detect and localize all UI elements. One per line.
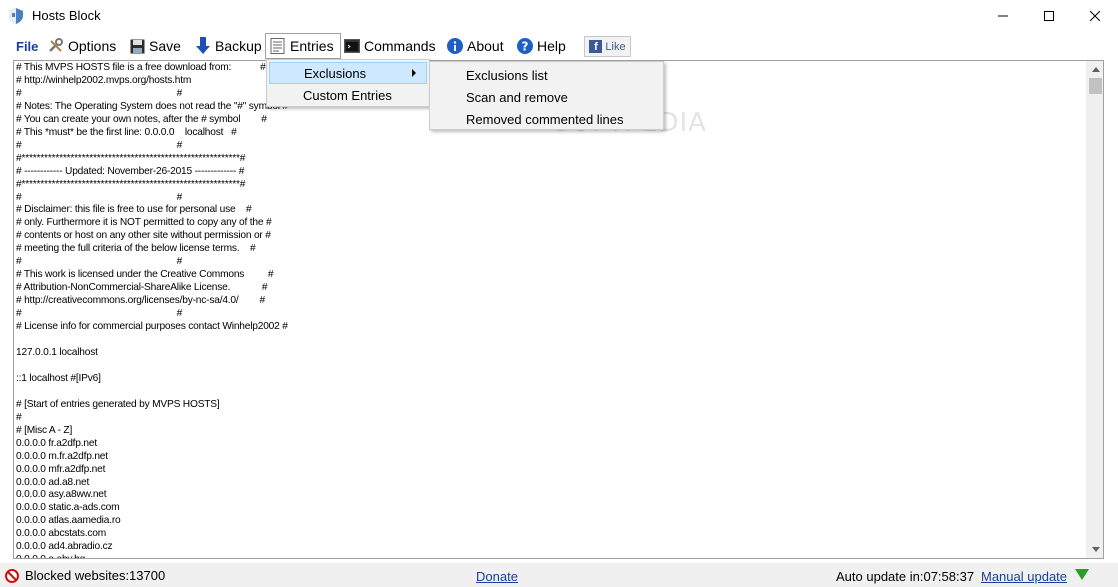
menu-item-exclusions-label: Exclusions: [304, 65, 367, 81]
download-arrow-icon[interactable]: [1075, 569, 1089, 581]
arrow-down-icon: [194, 37, 212, 55]
list-icon: [269, 37, 287, 55]
vertical-scrollbar[interactable]: [1086, 61, 1103, 558]
menu-options-label: Options: [68, 38, 117, 54]
menu-item-scan-and-remove[interactable]: Scan and remove: [432, 86, 662, 108]
chevron-up-icon: [1091, 67, 1100, 72]
shield-icon: [9, 8, 23, 24]
maximize-icon: [1044, 11, 1054, 21]
close-button[interactable]: [1072, 0, 1118, 32]
manual-update-link[interactable]: Manual update: [981, 569, 1067, 584]
hosts-file-content[interactable]: # This MVPS HOSTS file is a free downloa…: [16, 62, 1086, 558]
menu-item-exclusions-list[interactable]: Exclusions list: [432, 64, 662, 86]
minimize-icon: [998, 15, 1008, 17]
menu-file[interactable]: File: [14, 34, 40, 58]
menu-entries[interactable]: Entries: [265, 33, 341, 59]
status-bar: Blocked websites:13700 Donate Auto updat…: [0, 563, 1118, 587]
menu-item-scan-and-remove-label: Scan and remove: [466, 89, 568, 105]
menu-item-custom-entries[interactable]: Custom Entries: [269, 84, 427, 106]
minimize-button[interactable]: [980, 0, 1026, 32]
menu-about[interactable]: About: [444, 34, 506, 58]
blocked-icon: [5, 568, 19, 583]
menu-commands-label: Commands: [364, 38, 436, 54]
svg-text:?: ?: [522, 40, 529, 54]
facebook-icon: f: [589, 40, 603, 53]
menu-item-exclusions[interactable]: Exclusions: [269, 62, 427, 84]
auto-update-timer: Auto update in:07:58:37: [836, 569, 975, 584]
scroll-down-button[interactable]: [1087, 541, 1103, 558]
tools-icon: [47, 37, 65, 55]
menu-item-removed-commented-lines-label: Removed commented lines: [466, 111, 624, 127]
donate-link[interactable]: Donate: [476, 569, 518, 584]
menu-backup[interactable]: Backup: [192, 34, 264, 58]
menu-help-label: Help: [537, 38, 566, 54]
menu-bar: File Options Save Backup Entries Command…: [0, 32, 1118, 60]
floppy-disk-icon: [128, 37, 146, 55]
menu-save[interactable]: Save: [126, 34, 183, 58]
window-title: Hosts Block: [32, 8, 101, 23]
exclusions-submenu: Exclusions list Scan and remove Removed …: [429, 61, 664, 130]
title-bar: Hosts Block: [0, 0, 1118, 32]
submenu-arrow-icon: [412, 69, 416, 77]
entries-dropdown-menu: Exclusions Custom Entries: [266, 59, 430, 107]
like-label: Like: [605, 40, 626, 53]
menu-commands[interactable]: Commands: [341, 34, 438, 58]
info-icon: [446, 37, 464, 55]
blocked-websites-status: Blocked websites:13700: [5, 568, 165, 583]
menu-entries-label: Entries: [290, 38, 334, 54]
maximize-button[interactable]: [1026, 0, 1072, 32]
menu-item-exclusions-list-label: Exclusions list: [466, 67, 548, 83]
chevron-down-icon: [1091, 547, 1100, 552]
console-icon: [343, 37, 361, 55]
menu-item-removed-commented-lines[interactable]: Removed commented lines: [432, 108, 662, 130]
scroll-thumb[interactable]: [1089, 78, 1102, 94]
menu-help[interactable]: ? Help: [514, 34, 568, 58]
menu-options[interactable]: Options: [45, 34, 118, 58]
menu-about-label: About: [467, 38, 504, 54]
close-icon: [1090, 11, 1100, 21]
help-icon: ?: [516, 37, 534, 55]
menu-backup-label: Backup: [215, 38, 262, 54]
blocked-websites-count: Blocked websites:13700: [25, 568, 166, 583]
facebook-like-button[interactable]: f Like: [584, 36, 631, 57]
scroll-up-button[interactable]: [1087, 61, 1103, 78]
menu-item-custom-entries-label: Custom Entries: [303, 87, 392, 103]
menu-save-label: Save: [149, 38, 181, 54]
